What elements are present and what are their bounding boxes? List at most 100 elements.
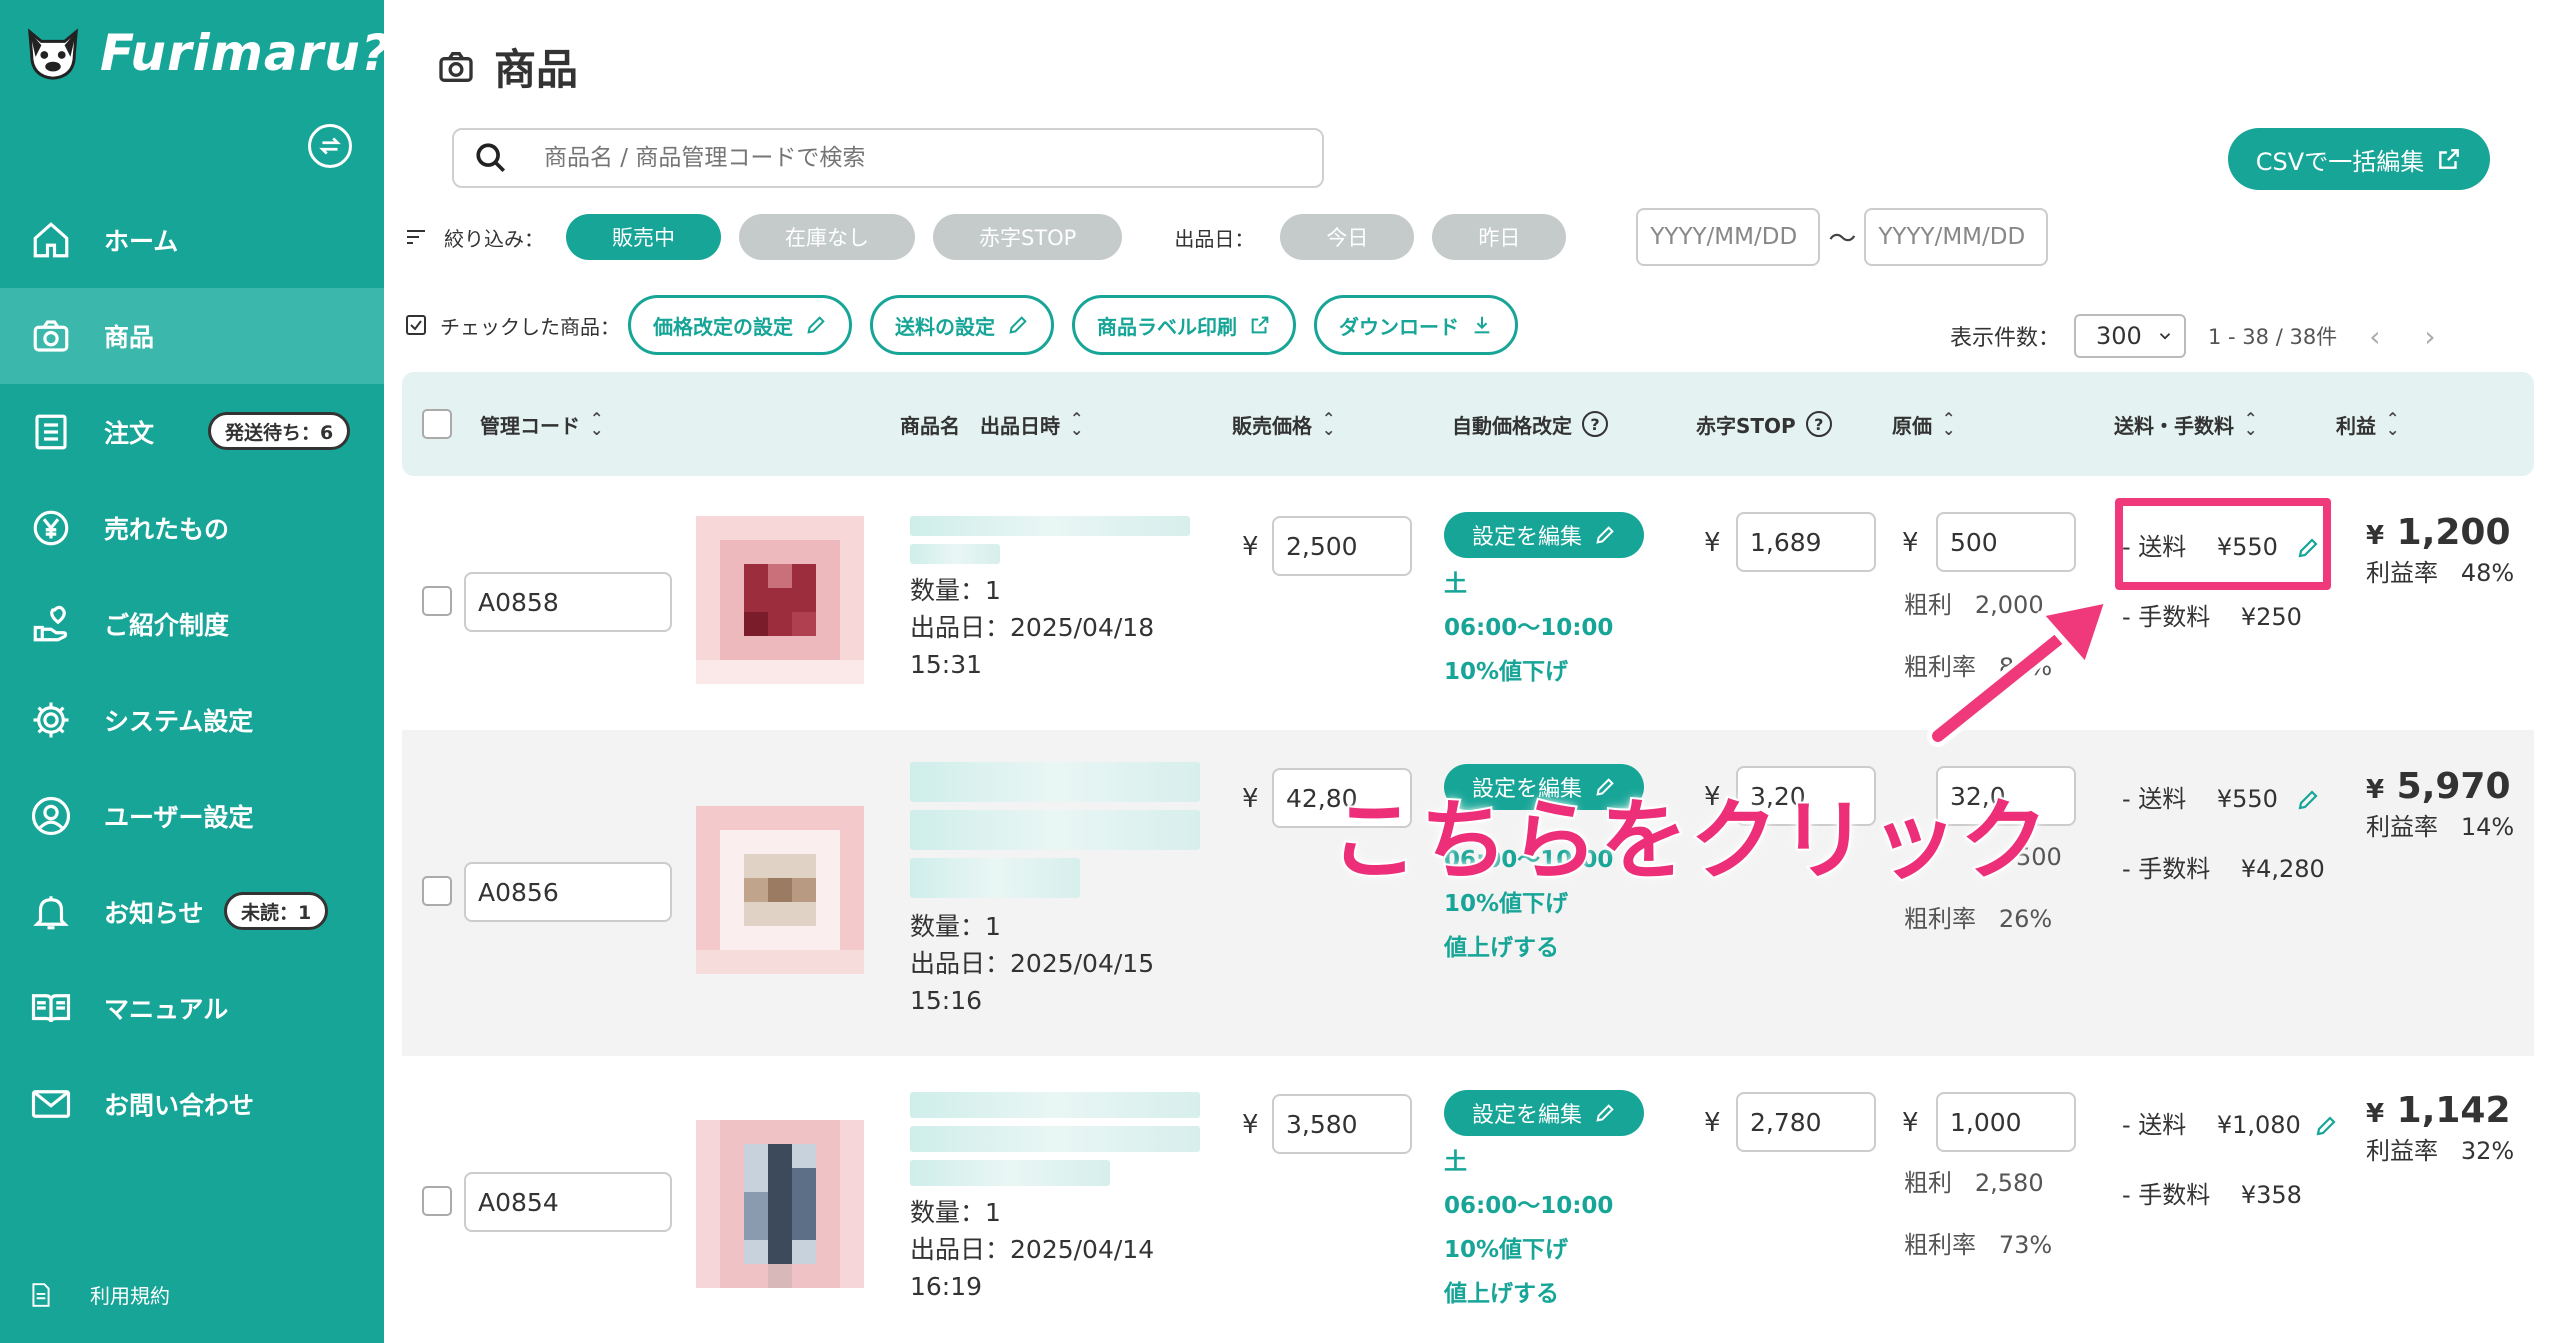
terms-link[interactable]: 利用規約 <box>28 1280 170 1309</box>
deficit-stop-input[interactable]: 2,780 <box>1736 1092 1876 1152</box>
product-name-blurred[interactable] <box>910 762 1200 898</box>
price-input[interactable]: 3,580 <box>1272 1094 1412 1154</box>
sidebar-item-products[interactable]: 商品 <box>0 288 384 384</box>
cost-input[interactable]: 1,000 <box>1936 1092 2076 1152</box>
row-checkbox[interactable] <box>422 586 452 616</box>
document-icon <box>32 1282 50 1307</box>
filter-chip-out-of-stock[interactable]: 在庫なし <box>739 214 915 260</box>
column-label: 利益 <box>2336 413 2376 438</box>
sort-icon[interactable]: ⌃ ⌄ <box>1942 410 1955 437</box>
sidebar-item-label: ホーム <box>104 227 179 256</box>
pencil-icon <box>807 316 825 334</box>
cost-input[interactable]: 500 <box>1936 512 2076 572</box>
next-page-icon[interactable]: › <box>2424 320 2435 353</box>
select-all-checkbox[interactable] <box>422 409 452 439</box>
edit-auto-price-button[interactable]: 設定を編集 <box>1444 1090 1644 1136</box>
home-icon <box>28 217 74 263</box>
csv-bulk-edit-button[interactable]: CSVで一括編集 <box>2228 128 2490 190</box>
bell-icon <box>28 889 74 935</box>
column-label: 管理コード <box>480 413 580 438</box>
sort-icon[interactable]: ⌃ ⌄ <box>1322 410 1335 437</box>
book-icon <box>28 985 74 1031</box>
date-chip-today[interactable]: 今日 <box>1280 214 1415 260</box>
bulldog-logo-icon <box>28 28 78 80</box>
column-deficit-stop: 赤字STOP ? <box>1696 372 1832 476</box>
account-switch-button[interactable] <box>308 124 352 168</box>
shipping-settings-button[interactable]: 送料の設定 <box>870 295 1054 355</box>
product-thumbnail[interactable] <box>696 1120 864 1288</box>
sidebar-item-sold[interactable]: 売れたもの <box>0 480 384 576</box>
column-profit[interactable]: 利益 ⌃ ⌄ <box>2336 372 2399 476</box>
product-thumbnail[interactable] <box>696 516 864 684</box>
per-page-value: 300 <box>2096 322 2142 350</box>
column-name-listed[interactable]: 商品名 出品日時 ⌃ ⌄ <box>900 372 1083 476</box>
help-icon[interactable]: ? <box>1805 411 1832 437</box>
product-thumbnail[interactable] <box>696 806 864 974</box>
sidebar-item-user-settings[interactable]: ユーザー設定 <box>0 768 384 864</box>
user-icon <box>28 793 74 839</box>
search-box[interactable] <box>452 128 1324 188</box>
per-page-select[interactable]: 300 <box>2074 314 2187 358</box>
print-label-button[interactable]: 商品ラベル印刷 <box>1072 295 1296 355</box>
product-name-blurred[interactable] <box>910 516 1200 564</box>
sidebar-item-system-settings[interactable]: システム設定 <box>0 672 384 768</box>
pencil-icon[interactable] <box>2296 788 2320 812</box>
date-chip-yesterday[interactable]: 昨日 <box>1432 214 1567 260</box>
code-input[interactable]: A0858 <box>464 572 672 632</box>
column-label: 出品日時 <box>980 413 1060 438</box>
row-checkbox[interactable] <box>422 1186 452 1216</box>
column-price[interactable]: 販売価格 ⌃ ⌄ <box>1232 372 1335 476</box>
date-to-input[interactable]: YYYY/MM/DD <box>1864 208 2049 266</box>
sort-icon[interactable]: ⌃ ⌄ <box>590 410 603 437</box>
column-cost[interactable]: 原価 ⌃ ⌄ <box>1892 372 1955 476</box>
listed-time-text: 15:16 <box>910 986 983 1015</box>
deficit-stop-input[interactable]: 1,689 <box>1736 512 1876 572</box>
search-input[interactable] <box>544 145 1304 171</box>
filter-lines-icon <box>407 230 425 244</box>
price-input[interactable]: 2,500 <box>1272 516 1412 576</box>
edit-auto-price-button[interactable]: 設定を編集 <box>1444 512 1644 558</box>
sidebar-item-manual[interactable]: マニュアル <box>0 960 384 1056</box>
product-name-blurred[interactable] <box>910 1092 1200 1186</box>
sidebar-item-notifications[interactable]: お知らせ 未読：1 <box>0 864 384 960</box>
sort-icon[interactable]: ⌃ ⌄ <box>1070 410 1083 437</box>
date-range-separator: 〜 <box>1828 222 1857 255</box>
sidebar-item-orders[interactable]: 注文 発送待ち：6 <box>0 384 384 480</box>
list-icon <box>28 409 74 455</box>
pencil-icon[interactable] <box>2314 1114 2338 1138</box>
sidebar-nav: ホーム 商品 注文 発送待ち：6 売れたもの ご紹介制度 システム設定 ユーザー… <box>0 192 384 1152</box>
external-link-icon <box>2439 149 2460 169</box>
listing-date-label: 出品日： <box>1174 226 1255 251</box>
camera-icon <box>439 51 473 82</box>
app-logo[interactable]: Furimaru? <box>22 18 391 88</box>
quantity-text: 数量：1 <box>910 912 1001 941</box>
terms-label: 利用規約 <box>90 1284 170 1308</box>
filter-chip-deficit-stop[interactable]: 赤字STOP <box>933 214 1123 260</box>
download-icon <box>1474 316 1490 334</box>
column-code[interactable]: 管理コード ⌃ ⌄ <box>480 372 603 476</box>
code-input[interactable]: A0856 <box>464 862 672 922</box>
download-button[interactable]: ダウンロード <box>1314 295 1518 355</box>
sidebar-item-home[interactable]: ホーム <box>0 192 384 288</box>
sort-icon[interactable]: ⌃ ⌄ <box>2386 410 2399 437</box>
product-info: 数量：1 出品日：2025/04/14 16:19 <box>910 1092 1200 1305</box>
column-shipping-fee[interactable]: 送料・手数料 ⌃ ⌄ <box>2114 372 2257 476</box>
filter-chip-on-sale[interactable]: 販売中 <box>566 214 721 260</box>
pencil-icon <box>1596 1104 1614 1122</box>
sidebar-item-referral[interactable]: ご紹介制度 <box>0 576 384 672</box>
column-label: 原価 <box>1892 413 1932 438</box>
sort-icon[interactable]: ⌃ ⌄ <box>2244 410 2257 437</box>
column-label: 商品名 <box>900 413 960 438</box>
button-label: 価格改定の設定 <box>653 314 793 339</box>
help-icon[interactable]: ? <box>1582 411 1608 437</box>
prev-page-icon[interactable]: ‹ <box>2369 320 2380 353</box>
row-checkbox[interactable] <box>422 876 452 906</box>
profit-info: ¥ 5,970 利益率 14% <box>2366 766 2515 841</box>
swap-icon <box>319 137 341 155</box>
sidebar-item-contact[interactable]: お問い合わせ <box>0 1056 384 1152</box>
date-from-input[interactable]: YYYY/MM/DD <box>1636 208 1821 266</box>
shipping-fee-line[interactable]: - 送料 ¥550 <box>2122 764 2325 834</box>
code-input[interactable]: A0854 <box>464 1172 672 1232</box>
price-revision-settings-button[interactable]: 価格改定の設定 <box>628 295 852 355</box>
shipping-fee-line[interactable]: - 送料 ¥1,080 <box>2122 1090 2338 1160</box>
